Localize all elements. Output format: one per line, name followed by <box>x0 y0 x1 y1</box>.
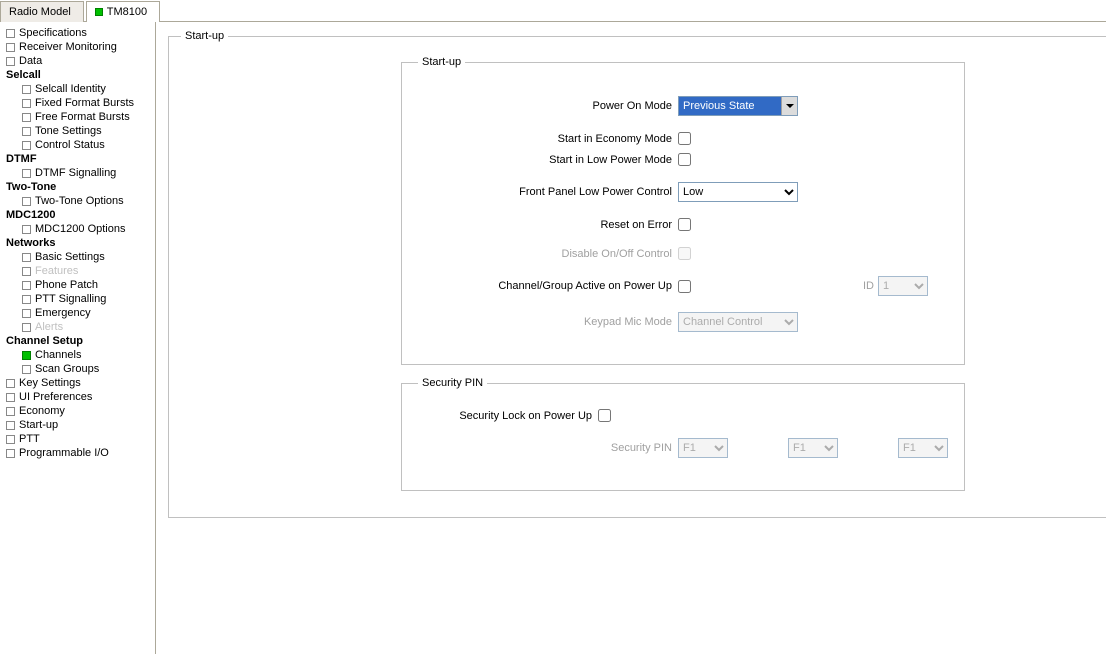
label-disable-onoff: Disable On/Off Control <box>418 248 678 260</box>
box-icon <box>6 57 15 66</box>
sidebar-item-control-status[interactable]: Control Status <box>2 138 153 152</box>
box-icon <box>22 281 31 290</box>
sidebar-group-channel-setup[interactable]: Channel Setup <box>2 334 153 348</box>
sidebar-item-data[interactable]: Data <box>2 54 153 68</box>
sidebar-item-selcall-identity[interactable]: Selcall Identity <box>2 82 153 96</box>
sidebar-item-basic-settings[interactable]: Basic Settings <box>2 250 153 264</box>
startup-legend: Start-up <box>418 56 465 68</box>
label-keypad-mic-mode: Keypad Mic Mode <box>418 316 678 328</box>
security-pin-1-select: F1 <box>678 438 728 458</box>
label-start-economy: Start in Economy Mode <box>418 133 678 145</box>
label-id: ID <box>863 280 874 292</box>
chevron-down-icon <box>781 97 797 115</box>
sidebar-item-free-format-bursts[interactable]: Free Format Bursts <box>2 110 153 124</box>
label-power-on-mode: Power On Mode <box>418 100 678 112</box>
box-icon <box>6 449 15 458</box>
chan-group-active-checkbox[interactable] <box>678 280 691 293</box>
label-security-lock: Security Lock on Power Up <box>418 410 598 422</box>
sidebar-item-dtmf-signalling[interactable]: DTMF Signalling <box>2 166 153 180</box>
sidebar-group-dtmf[interactable]: DTMF <box>2 152 153 166</box>
box-icon <box>22 309 31 318</box>
sidebar-item-features: Features <box>2 264 153 278</box>
tab-radio-model[interactable]: Radio Model <box>0 1 84 22</box>
sidebar-group-mdc1200[interactable]: MDC1200 <box>2 208 153 222</box>
security-pin-2-select: F1 <box>788 438 838 458</box>
label-reset-on-error: Reset on Error <box>418 219 678 231</box>
tab-label: Radio Model <box>9 6 71 18</box>
keypad-mic-mode-select: Channel Control <box>678 312 798 332</box>
label-chan-group-active: Channel/Group Active on Power Up <box>418 280 678 292</box>
box-icon <box>22 365 31 374</box>
box-icon <box>6 43 15 52</box>
box-icon <box>6 421 15 430</box>
box-icon <box>6 379 15 388</box>
box-icon <box>22 323 31 332</box>
sidebar-item-fixed-format-bursts[interactable]: Fixed Format Bursts <box>2 96 153 110</box>
sidebar-item-key-settings[interactable]: Key Settings <box>2 376 153 390</box>
box-icon <box>22 351 31 360</box>
content-area: Start-up Start-up Power On Mode Previous… <box>156 22 1106 654</box>
power-on-mode-select[interactable]: Previous State <box>678 96 798 116</box>
tab-device[interactable]: TM8100 <box>86 1 160 22</box>
box-icon <box>22 113 31 122</box>
sidebar-item-programmable-io[interactable]: Programmable I/O <box>2 446 153 460</box>
box-icon <box>22 127 31 136</box>
sidebar-item-channels[interactable]: Channels <box>2 348 153 362</box>
disable-onoff-checkbox <box>678 247 691 260</box>
security-pin-group: Security PIN Security Lock on Power Up S… <box>401 377 965 491</box>
label-start-low-power: Start in Low Power Mode <box>418 154 678 166</box>
sidebar-group-selcall[interactable]: Selcall <box>2 68 153 82</box>
sidebar-item-tone-settings[interactable]: Tone Settings <box>2 124 153 138</box>
sidebar-item-ptt-signalling[interactable]: PTT Signalling <box>2 292 153 306</box>
sidebar-item-mdc1200-options[interactable]: MDC1200 Options <box>2 222 153 236</box>
security-lock-checkbox[interactable] <box>598 409 611 422</box>
sidebar-item-ui-preferences[interactable]: UI Preferences <box>2 390 153 404</box>
box-icon <box>22 99 31 108</box>
box-icon <box>6 435 15 444</box>
front-panel-lpc-select[interactable]: Low <box>678 182 798 202</box>
startup-group: Start-up Power On Mode Previous State St… <box>401 56 965 365</box>
box-icon <box>22 197 31 206</box>
sidebar-tree: Specifications Receiver Monitoring Data … <box>0 22 156 654</box>
sidebar-item-economy[interactable]: Economy <box>2 404 153 418</box>
label-front-panel-lpc: Front Panel Low Power Control <box>418 186 678 198</box>
tabs-bar: Radio Model TM8100 <box>0 0 1106 22</box>
sidebar-item-emergency[interactable]: Emergency <box>2 306 153 320</box>
box-icon <box>22 225 31 234</box>
box-icon <box>22 295 31 304</box>
tab-label: TM8100 <box>107 6 147 18</box>
box-icon <box>22 169 31 178</box>
sidebar-item-ptt[interactable]: PTT <box>2 432 153 446</box>
reset-on-error-checkbox[interactable] <box>678 218 691 231</box>
security-pin-legend: Security PIN <box>418 377 487 389</box>
sidebar-item-two-tone-options[interactable]: Two-Tone Options <box>2 194 153 208</box>
sidebar-item-receiver-monitoring[interactable]: Receiver Monitoring <box>2 40 153 54</box>
start-low-power-checkbox[interactable] <box>678 153 691 166</box>
sidebar-item-scan-groups[interactable]: Scan Groups <box>2 362 153 376</box>
security-pin-3-select: F1 <box>898 438 948 458</box>
sidebar-group-two-tone[interactable]: Two-Tone <box>2 180 153 194</box>
sidebar-item-alerts: Alerts <box>2 320 153 334</box>
page-title: Start-up <box>181 30 228 42</box>
box-icon <box>22 141 31 150</box>
sidebar-item-start-up[interactable]: Start-up <box>2 418 153 432</box>
sidebar-item-phone-patch[interactable]: Phone Patch <box>2 278 153 292</box>
sidebar-group-networks[interactable]: Networks <box>2 236 153 250</box>
box-icon <box>22 267 31 276</box>
page-fieldset: Start-up Start-up Power On Mode Previous… <box>168 30 1106 518</box>
box-icon <box>6 407 15 416</box>
box-icon <box>22 85 31 94</box>
sidebar-item-specifications[interactable]: Specifications <box>2 26 153 40</box>
status-square-icon <box>95 8 103 16</box>
box-icon <box>6 29 15 38</box>
box-icon <box>22 253 31 262</box>
label-security-pin: Security PIN <box>418 442 678 454</box>
id-select: 1 <box>878 276 928 296</box>
box-icon <box>6 393 15 402</box>
start-economy-checkbox[interactable] <box>678 132 691 145</box>
